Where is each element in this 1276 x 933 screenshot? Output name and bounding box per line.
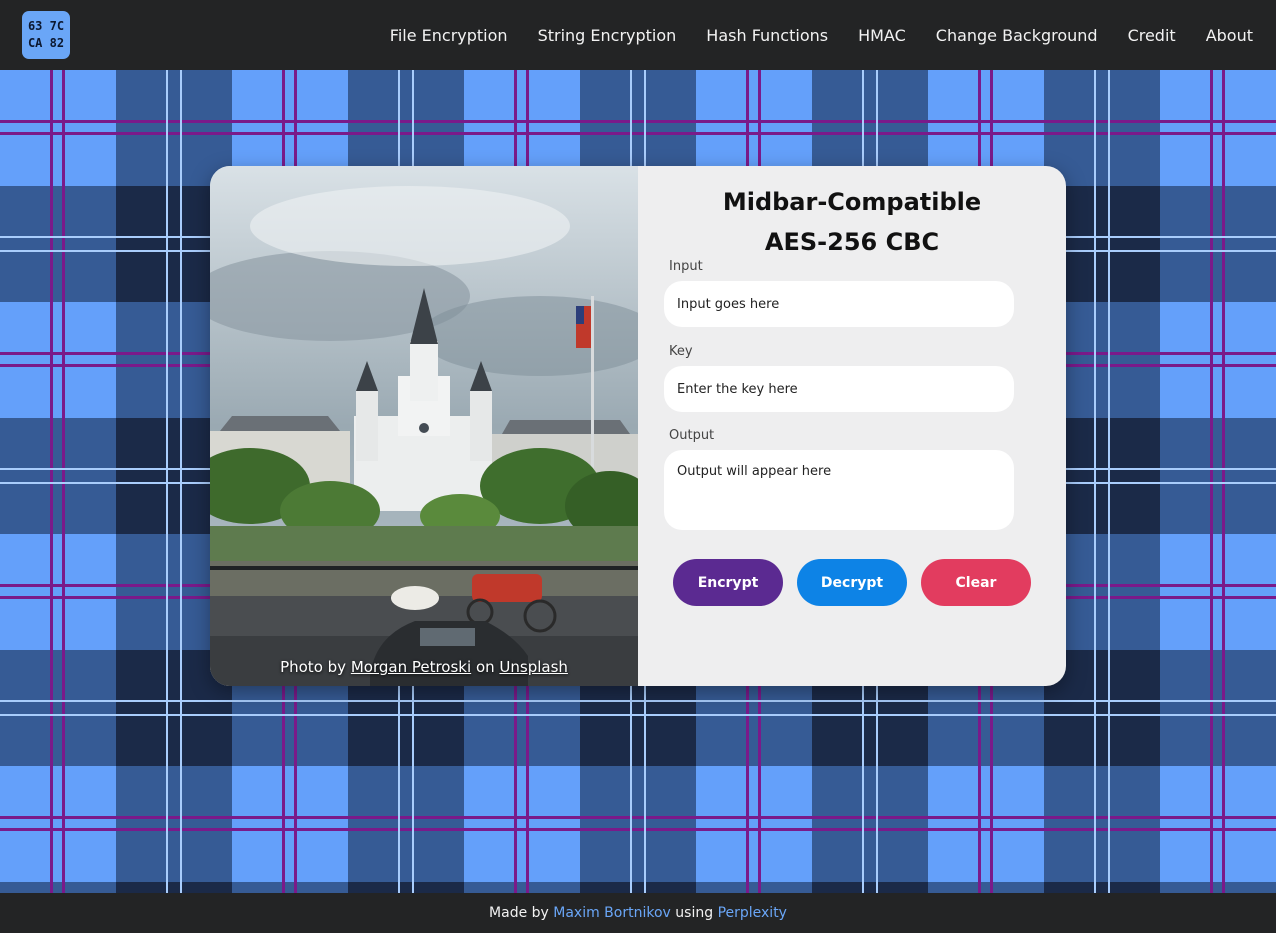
input-label: Input <box>669 259 703 274</box>
footer-made-by: Made by <box>489 905 549 921</box>
photo-credit-prefix: Photo by <box>280 658 347 676</box>
key-field[interactable] <box>664 366 1014 412</box>
nav-hmac[interactable]: HMAC <box>858 26 906 45</box>
nav-hash-functions[interactable]: Hash Functions <box>706 26 828 45</box>
form-title-line-1: Midbar-Compatible <box>722 188 982 216</box>
unsplash-link[interactable]: Unsplash <box>499 658 568 676</box>
encrypt-button[interactable]: Encrypt <box>673 559 783 606</box>
footer: Made by Maxim Bortnikov using Perplexity <box>0 893 1276 933</box>
app-logo[interactable]: 63 7C CA 82 <box>22 11 70 59</box>
nav-file-encryption[interactable]: File Encryption <box>390 26 508 45</box>
footer-author-link[interactable]: Maxim Bortnikov <box>553 905 671 921</box>
form-title-line-2: AES-256 CBC <box>764 228 940 256</box>
input-field[interactable] <box>664 281 1014 327</box>
encryption-form: Midbar-Compatible AES-256 CBC Input Key … <box>638 166 1066 686</box>
decrypt-button[interactable]: Decrypt <box>797 559 907 606</box>
photo-credit-on: on <box>475 658 495 676</box>
nav-about[interactable]: About <box>1206 26 1253 45</box>
encryption-card: Photo by Morgan Petroski on Unsplash Mid… <box>210 166 1066 686</box>
photo-credit: Photo by Morgan Petroski on Unsplash <box>210 658 638 676</box>
logo-line-2: CA 82 <box>27 36 65 50</box>
clear-button[interactable]: Clear <box>921 559 1031 606</box>
key-label: Key <box>669 344 693 359</box>
nav-credit[interactable]: Credit <box>1128 26 1176 45</box>
logo-line-1: 63 7C <box>27 19 65 33</box>
cathedral-photo: Photo by Morgan Petroski on Unsplash <box>210 166 638 686</box>
footer-using: using <box>675 905 714 921</box>
form-title: Midbar-Compatible AES-256 CBC <box>638 182 1066 262</box>
output-field[interactable] <box>664 450 1014 530</box>
navbar: 63 7C CA 82 File Encryption String Encry… <box>0 0 1276 70</box>
nav-change-background[interactable]: Change Background <box>936 26 1098 45</box>
output-label: Output <box>669 428 715 443</box>
nav-string-encryption[interactable]: String Encryption <box>538 26 677 45</box>
footer-tool-link[interactable]: Perplexity <box>718 905 787 921</box>
photo-author-link[interactable]: Morgan Petroski <box>351 658 471 676</box>
nav-menu: File Encryption String Encryption Hash F… <box>390 0 1253 70</box>
